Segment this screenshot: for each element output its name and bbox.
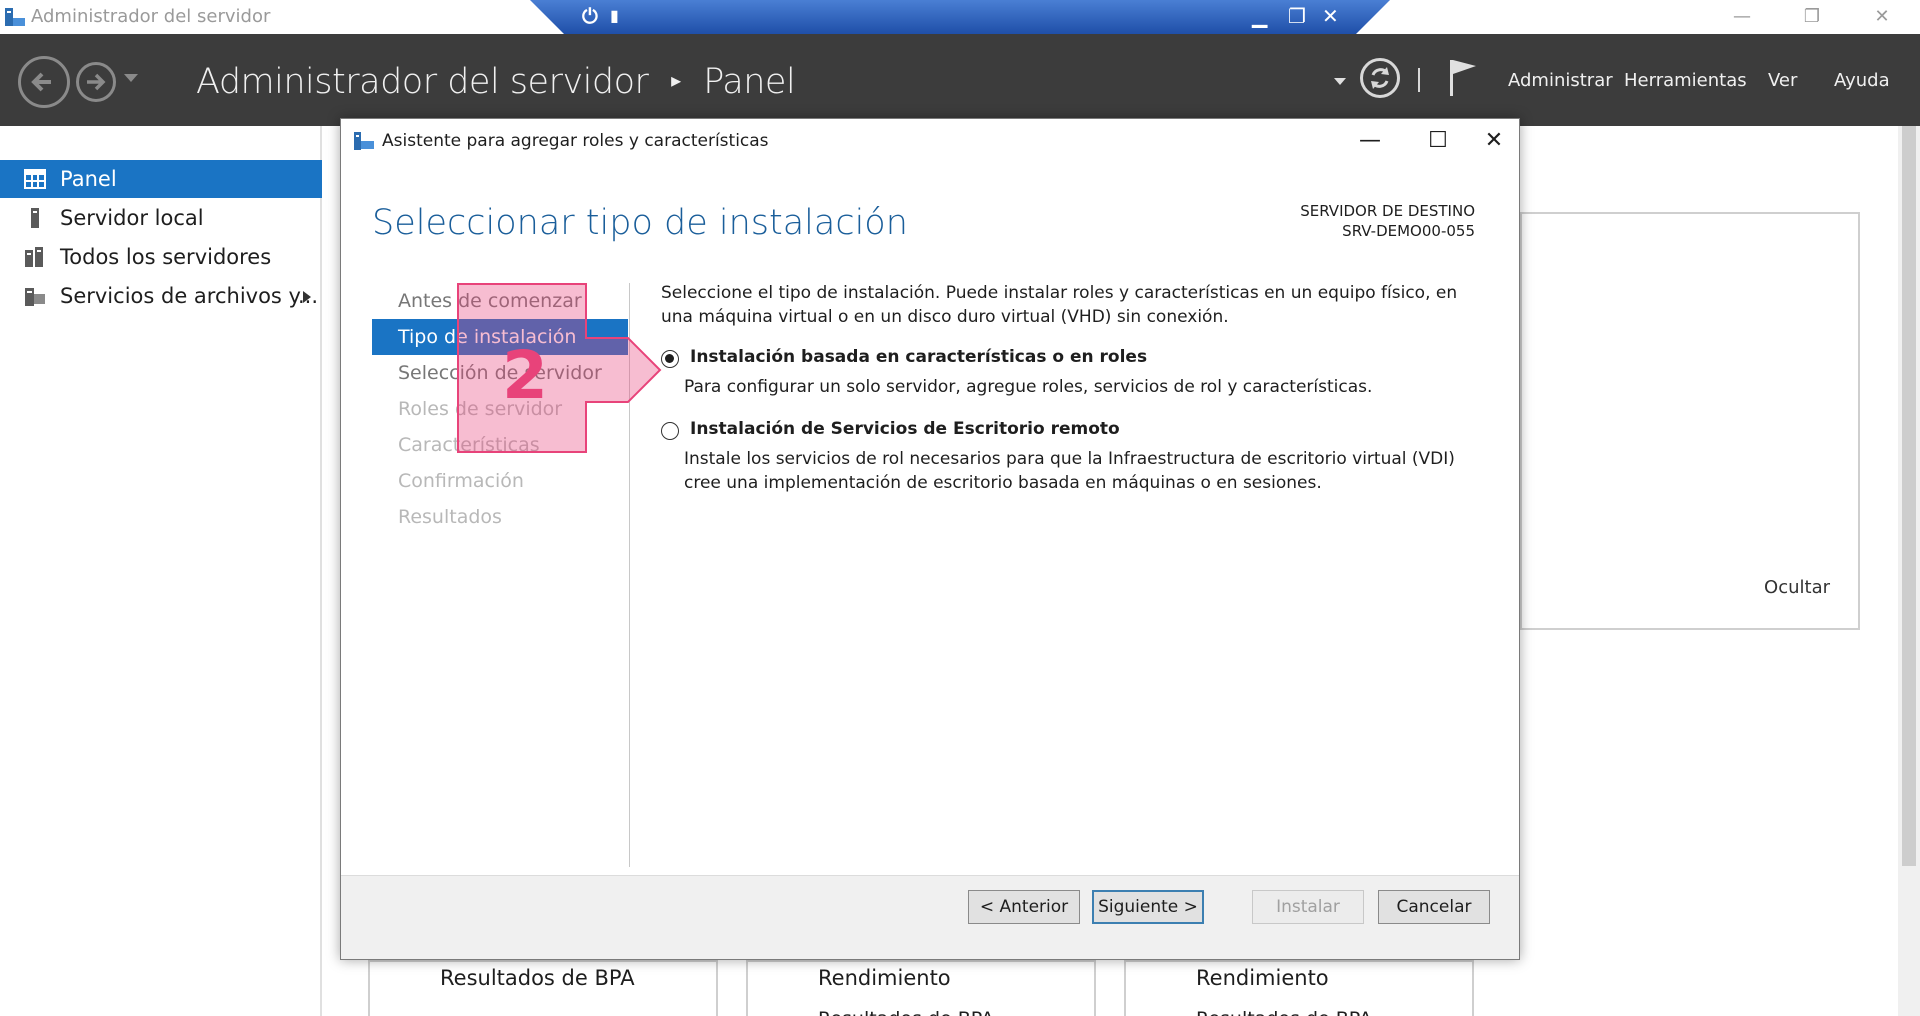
window-title: Administrador del servidor: [31, 6, 271, 27]
tile-item[interactable]: Resultados de BPA: [1196, 1008, 1372, 1016]
breadcrumb-separator: ▸: [671, 68, 681, 92]
dashboard-icon: [24, 169, 46, 189]
remote-connection-bar: ⏻ ▮ ▁ ❐ ✕: [530, 0, 1390, 34]
minimize-button[interactable]: —: [1722, 4, 1762, 30]
restore-button[interactable]: ❐: [1792, 4, 1832, 30]
remote-close-button[interactable]: ✕: [1322, 4, 1339, 28]
pin-icon[interactable]: ⏻: [582, 4, 598, 28]
step-confirmacion: Confirmación: [398, 470, 524, 492]
dialog-maximize-button[interactable]: ☐: [1413, 123, 1463, 159]
header-divider: [1418, 68, 1420, 92]
dialog-title: Asistente para agregar roles y caracterí…: [382, 131, 769, 151]
previous-button[interactable]: < Anterior: [968, 890, 1080, 924]
dialog-minimize-button[interactable]: —: [1345, 123, 1395, 159]
refresh-button[interactable]: [1360, 58, 1400, 98]
breadcrumb-root: Administrador del servidor: [196, 62, 649, 102]
remote-restore-button[interactable]: ❐: [1288, 4, 1306, 28]
forward-button[interactable]: [76, 62, 116, 102]
menu-herramientas[interactable]: Herramientas: [1624, 70, 1747, 91]
dashboard-tile: Rendimiento Resultados de BPA: [746, 960, 1096, 1016]
breadcrumb: Administrador del servidor ▸ Panel: [196, 62, 796, 102]
sidebar-item-todos-los-servidores[interactable]: Todos los servidores: [0, 238, 322, 276]
scrollbar-thumb[interactable]: [1902, 126, 1916, 866]
back-arrow-icon: [31, 72, 51, 92]
annotation-arrow: 2: [457, 283, 662, 453]
next-button[interactable]: Siguiente >: [1092, 890, 1204, 924]
back-button[interactable]: [18, 56, 70, 108]
option-description: Para configurar un solo servidor, agregu…: [684, 377, 1373, 397]
history-dropdown-icon[interactable]: [124, 74, 138, 84]
sidebar-item-label: Servidor local: [60, 206, 204, 230]
annotation-number: 2: [502, 337, 548, 414]
sidebar-item-label: Servicios de archivos y...: [60, 284, 318, 308]
menu-ver[interactable]: Ver: [1768, 70, 1797, 91]
sidebar-item-label: Todos los servidores: [60, 245, 272, 269]
page-title: Seleccionar tipo de instalación: [372, 203, 908, 243]
add-roles-wizard-dialog: Asistente para agregar roles y caracterí…: [340, 118, 1520, 960]
breadcrumb-current: Panel: [703, 62, 796, 102]
step-resultados: Resultados: [398, 506, 502, 528]
server-manager-header: Administrador del servidor ▸ Panel Admin…: [0, 34, 1920, 126]
sidebar-item-servidor-local[interactable]: Servidor local: [0, 199, 322, 237]
wizard-icon: [354, 132, 374, 150]
vertical-scrollbar[interactable]: [1898, 126, 1920, 1016]
file-services-icon: [25, 288, 45, 306]
sidebar-item-label: Panel: [60, 167, 117, 191]
destination-value: SRV-DEMO00-055: [1342, 222, 1475, 240]
signal-icon: ▮: [610, 6, 619, 25]
tile-item[interactable]: Rendimiento: [818, 966, 951, 990]
dialog-close-button[interactable]: ✕: [1469, 123, 1519, 159]
dialog-title-bar: Asistente para agregar roles y caracterí…: [341, 119, 1519, 163]
option-description: Instale los servicios de rol necesarios …: [684, 449, 1455, 493]
notifications-flag-icon[interactable]: [1448, 58, 1478, 98]
tile-item[interactable]: Resultados de BPA: [818, 1008, 994, 1016]
menu-administrar[interactable]: Administrar: [1508, 70, 1613, 91]
sidebar-item-panel[interactable]: Panel: [0, 160, 322, 198]
dialog-footer: < Anterior Siguiente > Instalar Cancelar: [341, 875, 1519, 959]
forward-arrow-icon: [87, 73, 106, 91]
welcome-tile: Ocultar: [1520, 212, 1860, 630]
dashboard-tile: Rendimiento Resultados de BPA: [1124, 960, 1474, 1016]
sidebar-item-servicios-de-archivos[interactable]: Servicios de archivos y...: [0, 277, 322, 315]
tile-item[interactable]: Resultados de BPA: [440, 966, 635, 990]
menu-ayuda[interactable]: Ayuda: [1834, 70, 1890, 91]
sidebar: Panel Servidor local Todos los servidore…: [0, 126, 322, 1016]
option-label[interactable]: Instalación de Servicios de Escritorio r…: [690, 419, 1120, 439]
server-manager-icon: [5, 8, 25, 26]
tile-item[interactable]: Rendimiento: [1196, 966, 1329, 990]
option-label[interactable]: Instalación basada en características o …: [690, 347, 1147, 367]
dashboard-tile: Resultados de BPA: [368, 960, 718, 1016]
server-icon: [31, 208, 39, 228]
cancel-button[interactable]: Cancelar: [1378, 890, 1490, 924]
wizard-content: Seleccione el tipo de instalación. Puede…: [661, 281, 1481, 493]
dropdown-icon[interactable]: [1334, 78, 1346, 86]
chevron-right-icon[interactable]: [302, 290, 312, 304]
servers-icon: [25, 247, 43, 267]
close-button[interactable]: ✕: [1862, 4, 1902, 30]
refresh-icon: [1371, 67, 1389, 89]
hide-link[interactable]: Ocultar: [1764, 577, 1830, 598]
installation-description: Seleccione el tipo de instalación. Puede…: [661, 283, 1458, 327]
remote-minimize-button[interactable]: ▁: [1252, 4, 1267, 28]
destination-server: SERVIDOR DE DESTINO SRV-DEMO00-055: [1300, 201, 1475, 241]
install-button: Instalar: [1252, 890, 1364, 924]
destination-label: SERVIDOR DE DESTINO: [1300, 202, 1475, 220]
